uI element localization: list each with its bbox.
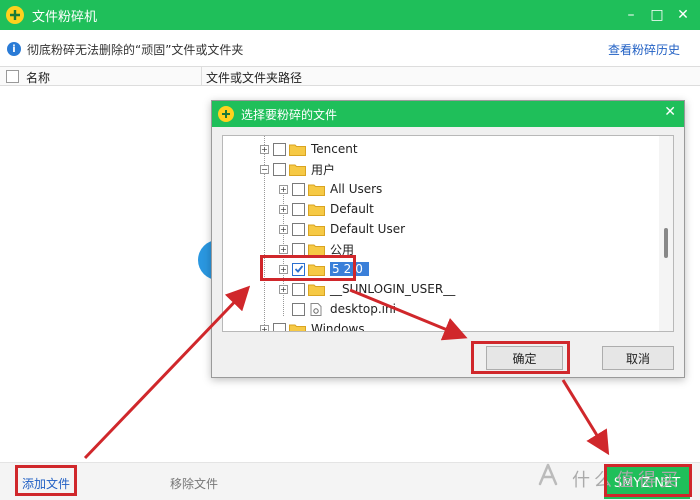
annotation-arrow: [83, 285, 251, 460]
annotation-arrow: [349, 288, 468, 341]
annotation-arrow: [561, 379, 610, 456]
annotation-arrows: [83, 285, 610, 460]
